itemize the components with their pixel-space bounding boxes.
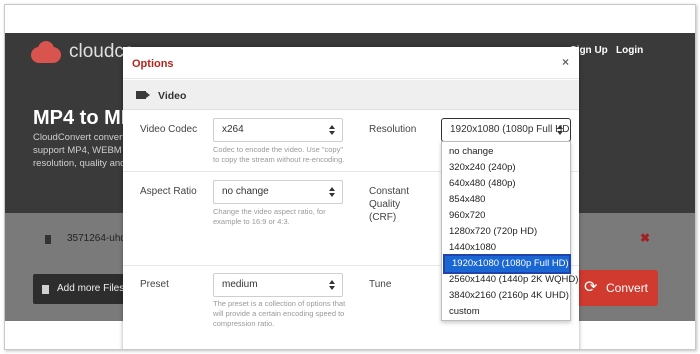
add-more-files-label: Add more Files	[57, 283, 125, 294]
remove-file-icon[interactable]: ✖	[640, 231, 650, 245]
select-arrows-icon	[329, 125, 335, 135]
tune-label: Tune	[369, 279, 392, 290]
add-more-files-button[interactable]: Add more Files	[33, 274, 125, 304]
select-arrows-icon	[329, 280, 335, 290]
add-file-icon	[42, 285, 49, 294]
screenshot-frame: cloudco Sign Up Login MP4 to MK CloudCon…	[4, 4, 696, 350]
select-arrows-icon	[557, 125, 563, 135]
resolution-option[interactable]: 1440x1080	[442, 240, 570, 256]
modal-header: Options ×	[123, 47, 579, 79]
select-arrows-icon	[329, 187, 335, 197]
close-icon[interactable]: ×	[562, 55, 569, 69]
cloud-logo-icon	[29, 41, 63, 63]
nav-login-link[interactable]: Login	[616, 45, 643, 56]
aspect-ratio-select[interactable]: no change	[213, 180, 343, 204]
preset-select[interactable]: medium	[213, 273, 343, 297]
preset-help: The preset is a collection of options th…	[213, 299, 346, 328]
constant-quality-label: Constant Quality (CRF)	[369, 186, 410, 223]
resolution-option[interactable]: 960x720	[442, 208, 570, 224]
video-codec-select[interactable]: x264	[213, 118, 343, 142]
resolution-option[interactable]: 1920x1080 (1080p Full HD)	[443, 254, 571, 274]
resolution-option[interactable]: custom	[442, 304, 570, 320]
site-logo[interactable]: cloudco	[29, 41, 135, 63]
modal-title: Options	[132, 58, 174, 70]
resolution-value: 1920x1080 (1080p Full HD	[450, 124, 570, 135]
file-name: 3571264-uhd_	[67, 233, 132, 244]
resolution-option[interactable]: 854x480	[442, 192, 570, 208]
convert-label: Convert	[606, 281, 649, 295]
section-title: Video	[158, 90, 187, 102]
resolution-option[interactable]: 640x480 (480p)	[442, 176, 570, 192]
video-codec-help: Codec to encode the video. Use "copy" to…	[213, 145, 345, 164]
video-codec-label: Video Codec	[140, 124, 198, 135]
options-modal: Options × Video Video Codec x264 Codec t…	[123, 47, 579, 349]
resolution-label: Resolution	[369, 124, 417, 135]
video-section-header: Video	[123, 80, 579, 110]
preset-value: medium	[222, 279, 258, 290]
resolution-option[interactable]: 320x240 (240p)	[442, 160, 570, 176]
resolution-option[interactable]: 2560x1440 (1440p 2K WQHD)	[442, 272, 578, 288]
video-camera-icon	[136, 91, 150, 99]
convert-button[interactable]: ⟳ Convert	[572, 270, 658, 306]
hero-title: MP4 to MK	[33, 107, 136, 129]
refresh-icon: ⟳	[584, 279, 598, 296]
preset-label: Preset	[140, 279, 169, 290]
file-icon	[45, 235, 51, 244]
aspect-ratio-label: Aspect Ratio	[140, 186, 197, 197]
aspect-ratio-help: Change the video aspect ratio, for examp…	[213, 207, 326, 226]
video-codec-value: x264	[222, 124, 244, 135]
resolution-option[interactable]: 3840x2160 (2160p 4K UHD)	[442, 288, 570, 304]
resolution-option[interactable]: 1280x720 (720p HD)	[442, 224, 570, 240]
aspect-ratio-value: no change	[222, 186, 269, 197]
resolution-select[interactable]: 1920x1080 (1080p Full HD	[441, 118, 571, 142]
resolution-dropdown-list[interactable]: no change 320x240 (240p) 640x480 (480p) 854…	[441, 141, 578, 321]
resolution-option[interactable]: no change	[442, 144, 570, 160]
top-strip	[5, 5, 695, 33]
